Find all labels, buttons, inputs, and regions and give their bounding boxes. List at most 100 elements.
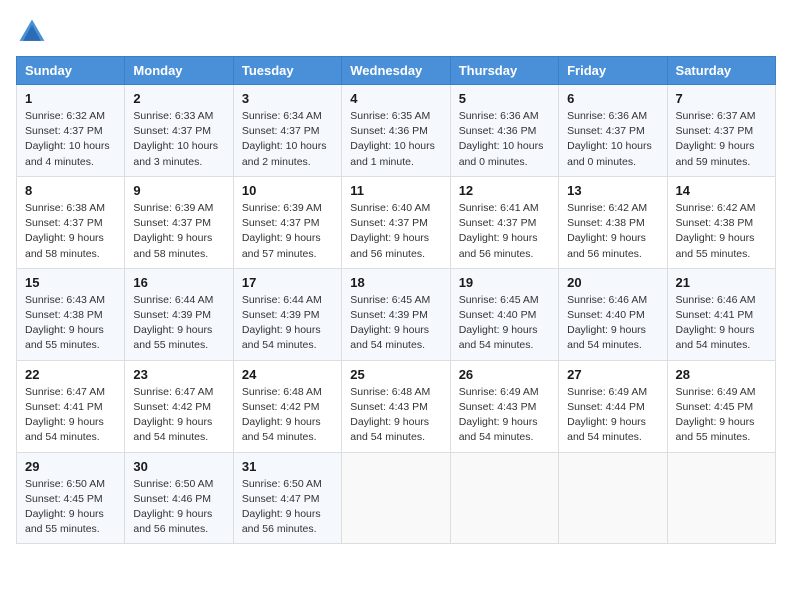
day-number: 15 — [25, 275, 116, 290]
day-number: 2 — [133, 91, 224, 106]
weekday-header-sunday: Sunday — [17, 57, 125, 85]
day-cell: 27 Sunrise: 6:49 AM Sunset: 4:44 PM Dayl… — [559, 360, 667, 452]
day-number: 6 — [567, 91, 658, 106]
week-row-2: 8 Sunrise: 6:38 AM Sunset: 4:37 PM Dayli… — [17, 176, 776, 268]
day-info: Sunrise: 6:42 AM Sunset: 4:38 PM Dayligh… — [676, 201, 767, 262]
day-cell: 4 Sunrise: 6:35 AM Sunset: 4:36 PM Dayli… — [342, 85, 450, 177]
day-number: 8 — [25, 183, 116, 198]
week-row-5: 29 Sunrise: 6:50 AM Sunset: 4:45 PM Dayl… — [17, 452, 776, 544]
day-info: Sunrise: 6:50 AM Sunset: 4:47 PM Dayligh… — [242, 477, 333, 538]
day-cell: 17 Sunrise: 6:44 AM Sunset: 4:39 PM Dayl… — [233, 268, 341, 360]
day-number: 4 — [350, 91, 441, 106]
day-info: Sunrise: 6:37 AM Sunset: 4:37 PM Dayligh… — [676, 109, 767, 170]
day-cell: 31 Sunrise: 6:50 AM Sunset: 4:47 PM Dayl… — [233, 452, 341, 544]
weekday-header-tuesday: Tuesday — [233, 57, 341, 85]
day-cell: 24 Sunrise: 6:48 AM Sunset: 4:42 PM Dayl… — [233, 360, 341, 452]
day-cell: 6 Sunrise: 6:36 AM Sunset: 4:37 PM Dayli… — [559, 85, 667, 177]
day-cell: 10 Sunrise: 6:39 AM Sunset: 4:37 PM Dayl… — [233, 176, 341, 268]
day-number: 10 — [242, 183, 333, 198]
weekday-header-row: SundayMondayTuesdayWednesdayThursdayFrid… — [17, 57, 776, 85]
day-info: Sunrise: 6:38 AM Sunset: 4:37 PM Dayligh… — [25, 201, 116, 262]
week-row-3: 15 Sunrise: 6:43 AM Sunset: 4:38 PM Dayl… — [17, 268, 776, 360]
day-info: Sunrise: 6:33 AM Sunset: 4:37 PM Dayligh… — [133, 109, 224, 170]
day-cell: 18 Sunrise: 6:45 AM Sunset: 4:39 PM Dayl… — [342, 268, 450, 360]
day-cell — [342, 452, 450, 544]
day-cell: 19 Sunrise: 6:45 AM Sunset: 4:40 PM Dayl… — [450, 268, 558, 360]
weekday-header-wednesday: Wednesday — [342, 57, 450, 85]
day-cell: 22 Sunrise: 6:47 AM Sunset: 4:41 PM Dayl… — [17, 360, 125, 452]
day-cell: 1 Sunrise: 6:32 AM Sunset: 4:37 PM Dayli… — [17, 85, 125, 177]
day-cell: 20 Sunrise: 6:46 AM Sunset: 4:40 PM Dayl… — [559, 268, 667, 360]
day-info: Sunrise: 6:50 AM Sunset: 4:45 PM Dayligh… — [25, 477, 116, 538]
day-cell: 14 Sunrise: 6:42 AM Sunset: 4:38 PM Dayl… — [667, 176, 775, 268]
day-info: Sunrise: 6:36 AM Sunset: 4:36 PM Dayligh… — [459, 109, 550, 170]
day-info: Sunrise: 6:50 AM Sunset: 4:46 PM Dayligh… — [133, 477, 224, 538]
logo-icon — [16, 16, 48, 48]
day-cell: 11 Sunrise: 6:40 AM Sunset: 4:37 PM Dayl… — [342, 176, 450, 268]
day-info: Sunrise: 6:32 AM Sunset: 4:37 PM Dayligh… — [25, 109, 116, 170]
day-cell: 16 Sunrise: 6:44 AM Sunset: 4:39 PM Dayl… — [125, 268, 233, 360]
day-info: Sunrise: 6:44 AM Sunset: 4:39 PM Dayligh… — [133, 293, 224, 354]
day-info: Sunrise: 6:49 AM Sunset: 4:43 PM Dayligh… — [459, 385, 550, 446]
day-number: 9 — [133, 183, 224, 198]
day-number: 19 — [459, 275, 550, 290]
day-info: Sunrise: 6:49 AM Sunset: 4:45 PM Dayligh… — [676, 385, 767, 446]
day-number: 31 — [242, 459, 333, 474]
day-number: 18 — [350, 275, 441, 290]
weekday-header-monday: Monday — [125, 57, 233, 85]
day-cell: 15 Sunrise: 6:43 AM Sunset: 4:38 PM Dayl… — [17, 268, 125, 360]
day-number: 1 — [25, 91, 116, 106]
day-info: Sunrise: 6:41 AM Sunset: 4:37 PM Dayligh… — [459, 201, 550, 262]
day-cell — [559, 452, 667, 544]
day-info: Sunrise: 6:45 AM Sunset: 4:40 PM Dayligh… — [459, 293, 550, 354]
day-cell: 9 Sunrise: 6:39 AM Sunset: 4:37 PM Dayli… — [125, 176, 233, 268]
day-number: 7 — [676, 91, 767, 106]
day-cell: 3 Sunrise: 6:34 AM Sunset: 4:37 PM Dayli… — [233, 85, 341, 177]
day-info: Sunrise: 6:46 AM Sunset: 4:40 PM Dayligh… — [567, 293, 658, 354]
day-info: Sunrise: 6:42 AM Sunset: 4:38 PM Dayligh… — [567, 201, 658, 262]
day-info: Sunrise: 6:35 AM Sunset: 4:36 PM Dayligh… — [350, 109, 441, 170]
week-row-1: 1 Sunrise: 6:32 AM Sunset: 4:37 PM Dayli… — [17, 85, 776, 177]
day-info: Sunrise: 6:44 AM Sunset: 4:39 PM Dayligh… — [242, 293, 333, 354]
day-cell — [450, 452, 558, 544]
day-cell: 21 Sunrise: 6:46 AM Sunset: 4:41 PM Dayl… — [667, 268, 775, 360]
day-number: 12 — [459, 183, 550, 198]
day-info: Sunrise: 6:39 AM Sunset: 4:37 PM Dayligh… — [133, 201, 224, 262]
day-info: Sunrise: 6:34 AM Sunset: 4:37 PM Dayligh… — [242, 109, 333, 170]
day-cell: 12 Sunrise: 6:41 AM Sunset: 4:37 PM Dayl… — [450, 176, 558, 268]
weekday-header-saturday: Saturday — [667, 57, 775, 85]
day-number: 21 — [676, 275, 767, 290]
day-cell: 28 Sunrise: 6:49 AM Sunset: 4:45 PM Dayl… — [667, 360, 775, 452]
day-cell: 2 Sunrise: 6:33 AM Sunset: 4:37 PM Dayli… — [125, 85, 233, 177]
day-number: 20 — [567, 275, 658, 290]
day-number: 28 — [676, 367, 767, 382]
day-number: 22 — [25, 367, 116, 382]
day-info: Sunrise: 6:47 AM Sunset: 4:42 PM Dayligh… — [133, 385, 224, 446]
day-number: 5 — [459, 91, 550, 106]
day-cell: 8 Sunrise: 6:38 AM Sunset: 4:37 PM Dayli… — [17, 176, 125, 268]
day-cell: 26 Sunrise: 6:49 AM Sunset: 4:43 PM Dayl… — [450, 360, 558, 452]
day-cell: 30 Sunrise: 6:50 AM Sunset: 4:46 PM Dayl… — [125, 452, 233, 544]
day-cell: 29 Sunrise: 6:50 AM Sunset: 4:45 PM Dayl… — [17, 452, 125, 544]
day-number: 16 — [133, 275, 224, 290]
day-info: Sunrise: 6:47 AM Sunset: 4:41 PM Dayligh… — [25, 385, 116, 446]
day-cell: 5 Sunrise: 6:36 AM Sunset: 4:36 PM Dayli… — [450, 85, 558, 177]
day-info: Sunrise: 6:39 AM Sunset: 4:37 PM Dayligh… — [242, 201, 333, 262]
day-number: 23 — [133, 367, 224, 382]
day-info: Sunrise: 6:43 AM Sunset: 4:38 PM Dayligh… — [25, 293, 116, 354]
day-info: Sunrise: 6:40 AM Sunset: 4:37 PM Dayligh… — [350, 201, 441, 262]
day-number: 17 — [242, 275, 333, 290]
day-number: 11 — [350, 183, 441, 198]
day-info: Sunrise: 6:48 AM Sunset: 4:42 PM Dayligh… — [242, 385, 333, 446]
day-cell: 7 Sunrise: 6:37 AM Sunset: 4:37 PM Dayli… — [667, 85, 775, 177]
day-number: 24 — [242, 367, 333, 382]
weekday-header-thursday: Thursday — [450, 57, 558, 85]
day-number: 13 — [567, 183, 658, 198]
day-cell: 13 Sunrise: 6:42 AM Sunset: 4:38 PM Dayl… — [559, 176, 667, 268]
weekday-header-friday: Friday — [559, 57, 667, 85]
calendar-table: SundayMondayTuesdayWednesdayThursdayFrid… — [16, 56, 776, 544]
day-cell: 25 Sunrise: 6:48 AM Sunset: 4:43 PM Dayl… — [342, 360, 450, 452]
day-number: 30 — [133, 459, 224, 474]
day-info: Sunrise: 6:45 AM Sunset: 4:39 PM Dayligh… — [350, 293, 441, 354]
day-number: 29 — [25, 459, 116, 474]
